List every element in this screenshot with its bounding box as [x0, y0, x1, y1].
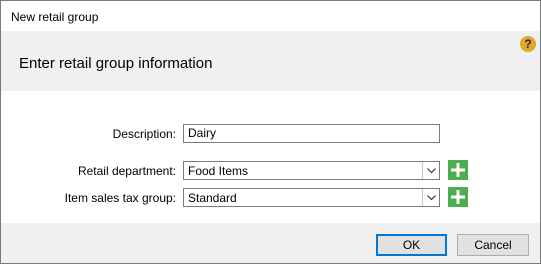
add-retail-department-button[interactable] [448, 160, 468, 180]
retail-department-select[interactable]: Food Items [183, 161, 440, 180]
retail-department-value: Food Items [188, 164, 249, 178]
help-icon[interactable]: ? [520, 36, 536, 52]
item-sales-tax-group-value: Standard [188, 191, 237, 205]
dialog-header: ? Enter retail group information [1, 31, 540, 91]
plus-icon [451, 163, 465, 177]
dialog-footer: OK Cancel [1, 223, 540, 263]
description-label: Description: [112, 127, 176, 141]
dialog-window: New retail group ? Enter retail group in… [0, 0, 541, 264]
description-input[interactable]: Dairy [183, 124, 440, 143]
plus-icon [451, 190, 465, 204]
chevron-down-icon[interactable] [422, 189, 439, 206]
description-value: Dairy [188, 126, 217, 140]
header-title: Enter retail group information [19, 55, 213, 72]
chevron-down-icon[interactable] [422, 162, 439, 179]
retail-department-label: Retail department: [77, 164, 176, 178]
item-sales-tax-group-select[interactable]: Standard [183, 188, 440, 207]
title-bar[interactable]: New retail group [1, 1, 540, 31]
ok-button[interactable]: OK [376, 234, 447, 256]
item-sales-tax-group-label: Item sales tax group: [64, 191, 176, 205]
add-item-sales-tax-group-button[interactable] [448, 187, 468, 207]
window-title: New retail group [11, 10, 99, 24]
cancel-button[interactable]: Cancel [457, 234, 529, 256]
